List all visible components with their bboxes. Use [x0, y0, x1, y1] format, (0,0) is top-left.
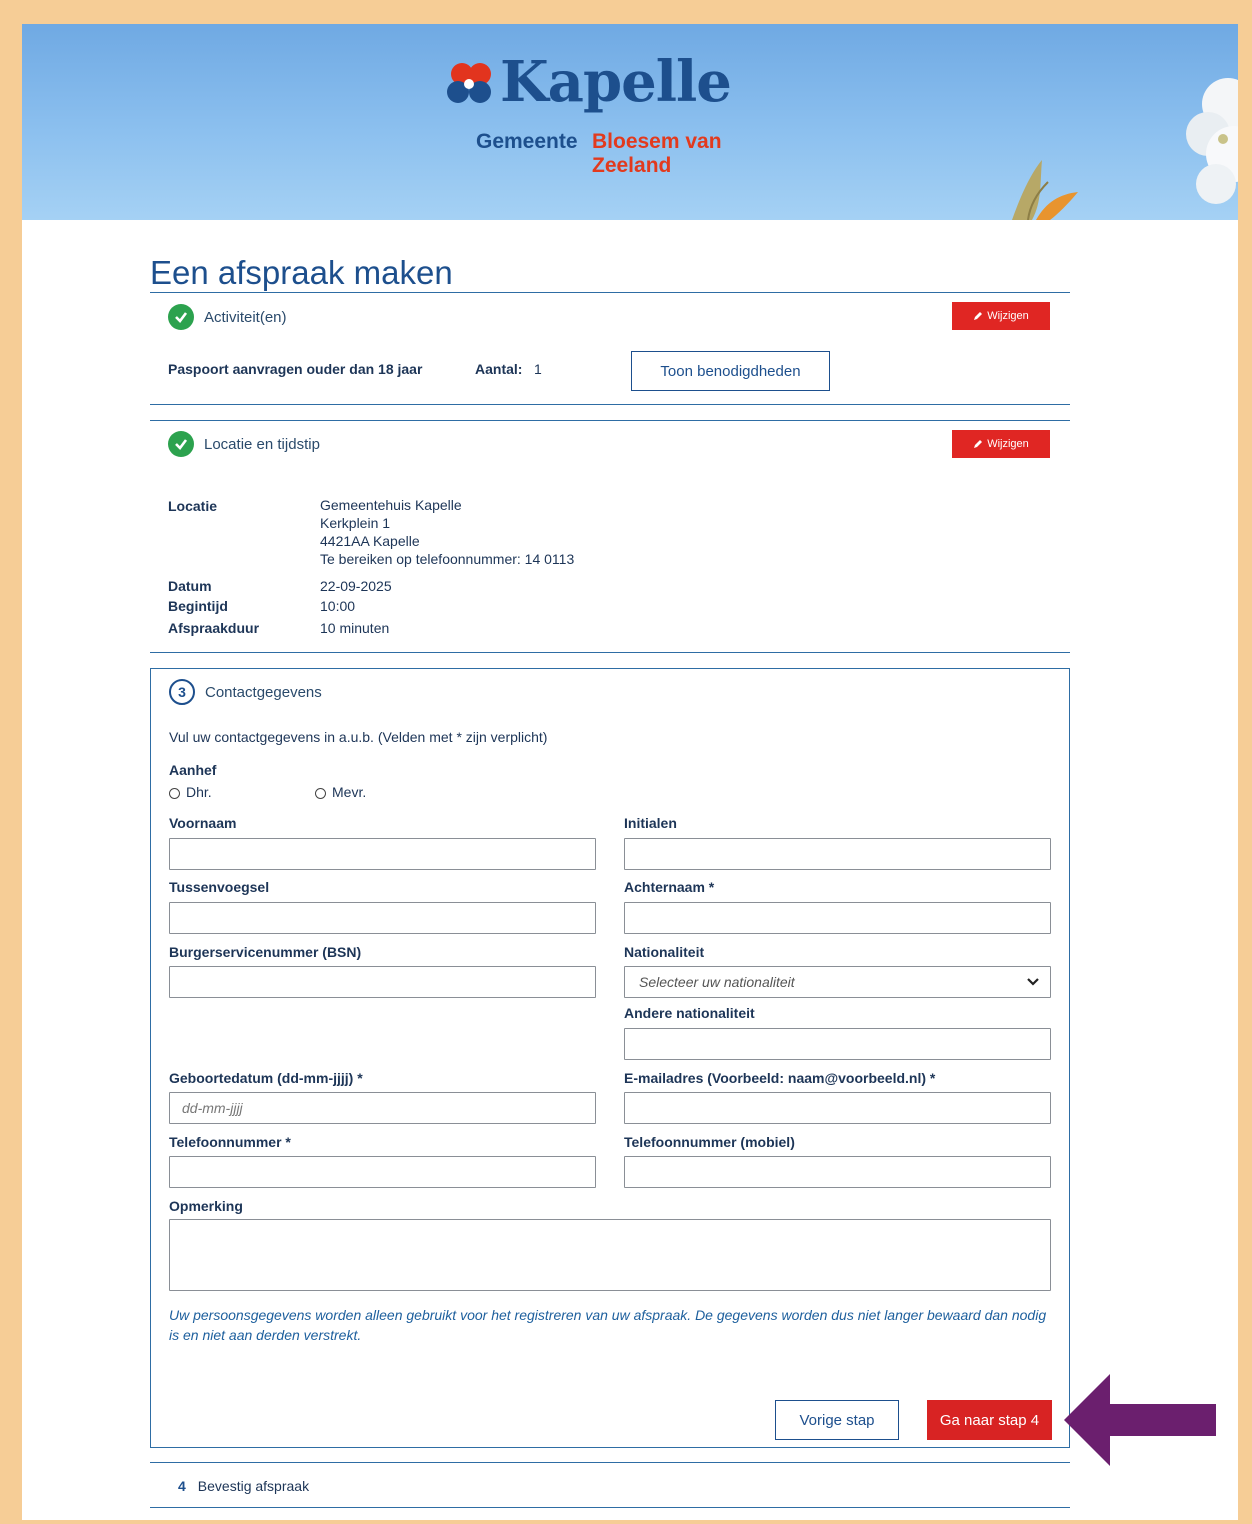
step-title: Bevestig afspraak	[197, 1478, 310, 1494]
privacy-note: Uw persoonsgegevens worden alleen gebrui…	[169, 1307, 1047, 1343]
birthdate-input[interactable]	[169, 1092, 596, 1124]
divider	[150, 292, 1070, 293]
initials-input[interactable]	[624, 838, 1051, 870]
radio-circle[interactable]	[169, 787, 180, 799]
radio-label: Mevr.	[332, 784, 367, 800]
pencil-icon	[974, 312, 983, 320]
radio-circle[interactable]	[315, 787, 326, 799]
edit-label: Wijzigen	[987, 310, 1029, 322]
location-label: Locatie	[168, 498, 218, 514]
check-icon	[168, 304, 194, 330]
edit-label: Wijzigen	[987, 438, 1029, 450]
infix-label: Tussenvoegsel	[169, 879, 270, 895]
edit-location-button[interactable]: Wijzigen	[952, 430, 1050, 458]
start-time-value: 10:00	[320, 598, 356, 614]
radio-mevr[interactable]: Mevr.	[315, 784, 366, 800]
form-intro: Vul uw contactgegevens in a.u.b. (Velden…	[169, 729, 548, 745]
activity-name: Paspoort aanvragen ouder dan 18 jaar	[168, 361, 423, 377]
address-line: Kerkplein 1	[320, 515, 391, 531]
address-line: Te bereiken op telefoonnummer: 14 0113	[320, 551, 575, 567]
email-input[interactable]	[624, 1092, 1051, 1124]
other-nationality-input[interactable]	[624, 1028, 1051, 1060]
divider	[150, 652, 1070, 653]
contact-form: 3 Contactgegevens Vul uw contactgegevens…	[150, 668, 1070, 1448]
count-value: 1	[534, 361, 542, 377]
phone-label: Telefoonnummer *	[169, 1134, 291, 1150]
remark-textarea[interactable]	[169, 1219, 1051, 1291]
radio-label: Dhr.	[186, 784, 212, 800]
next-step-button[interactable]: Ga naar stap 4	[927, 1400, 1052, 1440]
count-label: Aantal:	[475, 361, 523, 377]
other-nationality-label: Andere nationaliteit	[624, 1005, 755, 1021]
phone-input[interactable]	[169, 1156, 596, 1188]
location-address: Gemeentehuis Kapelle Kerkplein 1 4421AA …	[320, 496, 574, 568]
step-activities-header: Activiteit(en)	[168, 304, 287, 330]
previous-step-button[interactable]: Vorige stap	[775, 1400, 899, 1440]
logo-wordmark: Kapelle	[500, 49, 732, 115]
header-banner: Kapelle Gemeente Bloesem van Zeeland	[22, 24, 1238, 220]
last-name-label: Achternaam *	[624, 879, 715, 895]
check-icon	[168, 431, 194, 457]
bsn-label: Burgerservicenummer (BSN)	[169, 944, 362, 960]
step-title: Contactgegevens	[205, 683, 322, 701]
date-label: Datum	[168, 578, 212, 594]
first-name-label: Voornaam	[169, 815, 237, 831]
last-name-input[interactable]	[624, 902, 1051, 934]
step-title: Activiteit(en)	[204, 308, 287, 326]
infix-input[interactable]	[169, 902, 596, 934]
logo-gemeente: Gemeente	[476, 130, 578, 153]
step-number: 4	[178, 1478, 186, 1494]
date-value: 22-09-2025	[320, 578, 392, 594]
email-label: E-mailadres (Voorbeeld: naam@voorbeeld.n…	[624, 1070, 936, 1086]
pencil-icon	[974, 440, 983, 448]
first-name-input[interactable]	[169, 838, 596, 870]
birthdate-label: Geboortedatum (dd-mm-jjjj) *	[169, 1070, 363, 1086]
salutation-label: Aanhef	[169, 762, 217, 778]
duration-value: 10 minuten	[320, 620, 390, 636]
chevron-down-icon	[1027, 978, 1039, 986]
step-title: Locatie en tijdstip	[204, 435, 320, 453]
blossom-image	[1186, 78, 1238, 204]
bsn-input[interactable]	[169, 966, 596, 998]
kapelle-logo[interactable]: Kapelle Gemeente Bloesem van Zeeland	[442, 49, 802, 177]
step-number: 3	[169, 679, 195, 705]
page-title: Een afspraak maken	[150, 254, 453, 292]
flower-logo-icon	[447, 63, 491, 103]
nationality-label: Nationaliteit	[624, 944, 705, 960]
page-frame: Kapelle Gemeente Bloesem van Zeeland Een…	[22, 24, 1238, 1520]
logo-tagline: Bloesem van Zeeland	[592, 130, 722, 177]
leaf-image	[1012, 160, 1078, 220]
step-confirm-header: 4 Bevestig afspraak	[178, 1478, 309, 1494]
address-line: Gemeentehuis Kapelle	[320, 497, 462, 513]
divider	[150, 1507, 1070, 1508]
step-location-header: Locatie en tijdstip	[168, 431, 320, 457]
divider	[150, 404, 1070, 405]
divider	[150, 1462, 1070, 1463]
edit-activities-button[interactable]: Wijzigen	[952, 302, 1050, 330]
step-contact-header: 3 Contactgegevens	[169, 679, 322, 705]
nationality-select[interactable]: Selecteer uw nationaliteit	[624, 966, 1051, 998]
radio-dhr[interactable]: Dhr.	[169, 784, 212, 800]
initials-label: Initialen	[624, 815, 677, 831]
start-time-label: Begintijd	[168, 598, 228, 614]
address-line: 4421AA Kapelle	[320, 533, 420, 549]
remark-label: Opmerking	[169, 1198, 243, 1214]
mobile-input[interactable]	[624, 1156, 1051, 1188]
nationality-placeholder: Selecteer uw nationaliteit	[639, 974, 795, 990]
arrow-left-icon	[1064, 1374, 1216, 1466]
mobile-label: Telefoonnummer (mobiel)	[624, 1134, 795, 1150]
show-requirements-button[interactable]: Toon benodigdheden	[631, 351, 830, 391]
duration-label: Afspraakduur	[168, 620, 260, 636]
divider	[150, 420, 1070, 421]
